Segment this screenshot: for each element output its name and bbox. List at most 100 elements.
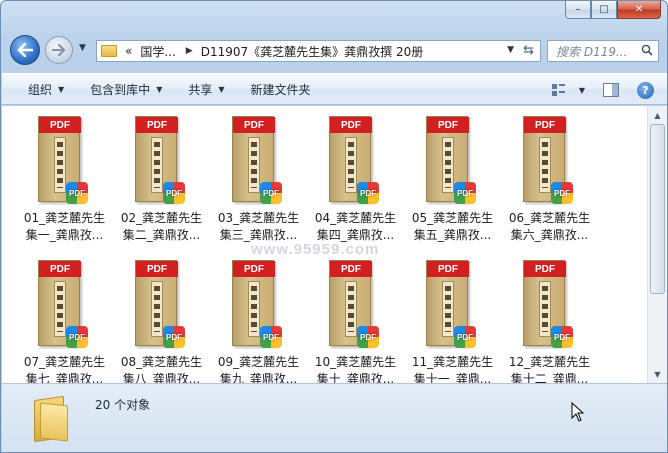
pdf-file-thumbnail: PDF PDF	[523, 116, 577, 208]
file-item[interactable]: PDF PDF 03_龚芝麓先生 集三_龚鼎孜...	[210, 110, 307, 254]
window-caption-buttons: – □ ✕	[565, 1, 661, 19]
pdf-file-thumbnail: PDF PDF	[232, 260, 286, 352]
book-title-strip	[151, 137, 163, 193]
pdf-app-icon: PDF	[454, 182, 476, 204]
file-item[interactable]: PDF PDF 01_龚芝麓先生 集一_龚鼎孜...	[16, 110, 113, 254]
view-options-dropdown-icon[interactable]: ▼	[579, 86, 585, 95]
search-icon[interactable]	[641, 44, 653, 56]
pdf-app-icon: PDF	[66, 326, 88, 348]
book-title-strip	[442, 281, 454, 337]
breadcrumb-overflow[interactable]: «	[125, 44, 132, 58]
pdf-file-thumbnail: PDF PDF	[426, 116, 480, 208]
search-placeholder: 搜索 D119...	[556, 44, 628, 59]
pdf-app-icon: PDF	[551, 182, 573, 204]
explorer-window: – □ ✕ ▼ « 国学... ▶ D11907《龚芝麓先生集》龚鼎孜撰 20册…	[0, 0, 668, 453]
book-title-strip	[539, 137, 551, 193]
minimize-button[interactable]: –	[565, 1, 591, 19]
share-button[interactable]: 共享 ▼	[188, 81, 224, 98]
file-name-line-1: 05_龚芝麓先生	[411, 211, 494, 225]
file-name-line-1: 10_龚芝麓先生	[314, 355, 397, 369]
chevron-down-icon: ▼	[58, 84, 65, 94]
mouse-cursor-icon	[571, 402, 585, 422]
pdf-band-label: PDF	[427, 261, 469, 277]
file-name-line-1: 06_龚芝麓先生	[508, 211, 591, 225]
breadcrumb-current[interactable]: D11907《龚芝麓先生集》龚鼎孜撰 20册	[201, 43, 424, 60]
pdf-band-label: PDF	[39, 261, 81, 277]
pdf-app-icon: PDF	[454, 326, 476, 348]
file-name-line-1: 03_龚芝麓先生	[217, 211, 300, 225]
item-count: 20 个对象	[95, 398, 151, 412]
book-title-strip	[345, 137, 357, 193]
pdf-app-icon: PDF	[163, 182, 185, 204]
preview-pane-icon[interactable]	[603, 83, 619, 97]
pdf-badge-label: PDF	[263, 332, 279, 342]
pdf-app-icon: PDF	[357, 326, 379, 348]
close-button[interactable]: ✕	[617, 1, 661, 19]
forward-button[interactable]	[45, 36, 73, 64]
command-toolbar: 组织 ▼ 包含到库中 ▼ 共享 ▼ 新建文件夹 ▼ ?	[2, 73, 667, 105]
file-item[interactable]: PDF PDF 05_龚芝麓先生 集五_龚鼎孜...	[404, 110, 501, 254]
pdf-badge-label: PDF	[554, 188, 570, 198]
help-icon[interactable]: ?	[637, 81, 654, 99]
recent-pages-dropdown[interactable]: ▼	[79, 43, 86, 53]
pdf-app-icon: PDF	[260, 182, 282, 204]
file-item[interactable]: PDF PDF 02_龚芝麓先生 集二_龚鼎孜...	[113, 110, 210, 254]
file-name-line-1: 01_龚芝麓先生	[23, 211, 106, 225]
file-name: 06_龚芝麓先生 集六_龚鼎孜...	[501, 210, 598, 244]
file-item[interactable]: PDF PDF 10_龚芝麓先生 集十_龚鼎孜...	[307, 254, 404, 398]
file-name: 01_龚芝麓先生 集一_龚鼎孜...	[16, 210, 113, 244]
view-options-icon[interactable]	[551, 83, 567, 97]
file-name-line-1: 11_龚芝麓先生	[411, 355, 494, 369]
book-title-strip	[345, 281, 357, 337]
pdf-band-label: PDF	[233, 117, 275, 133]
pdf-badge-label: PDF	[457, 188, 473, 198]
vertical-scrollbar[interactable]: ▲ ▼	[647, 106, 667, 383]
book-title-strip	[54, 137, 66, 193]
back-button[interactable]	[10, 35, 40, 65]
pdf-badge-label: PDF	[360, 188, 376, 198]
watermark-text: www.95959.com	[251, 241, 380, 258]
file-item[interactable]: PDF PDF 04_龚芝麓先生 集四_龚鼎孜...	[307, 110, 404, 254]
search-input[interactable]: 搜索 D119...	[547, 40, 659, 62]
pdf-file-thumbnail: PDF PDF	[38, 260, 92, 352]
file-name-line-1: 02_龚芝麓先生	[120, 211, 203, 225]
book-title-strip	[539, 281, 551, 337]
book-title-strip	[248, 137, 260, 193]
file-name: 04_龚芝麓先生 集四_龚鼎孜...	[307, 210, 404, 244]
pdf-app-icon: PDF	[66, 182, 88, 204]
file-name-line-2: 集二_龚鼎孜...	[122, 228, 201, 242]
pdf-band-label: PDF	[39, 117, 81, 133]
file-item[interactable]: PDF PDF 06_龚芝麓先生 集六_龚鼎孜...	[501, 110, 598, 254]
book-title-strip	[442, 137, 454, 193]
book-title-strip	[151, 281, 163, 337]
organize-label: 组织	[28, 82, 53, 97]
file-item[interactable]: PDF PDF 09_龚芝麓先生 集九_龚鼎孜...	[210, 254, 307, 398]
file-item[interactable]: PDF PDF 08_龚芝麓先生 集八_龚鼎孜...	[113, 254, 210, 398]
file-name: 02_龚芝麓先生 集二_龚鼎孜...	[113, 210, 210, 244]
organize-button[interactable]: 组织 ▼	[28, 81, 64, 98]
file-name-line-1: 09_龚芝麓先生	[217, 355, 300, 369]
file-item[interactable]: PDF PDF 07_龚芝麓先生 集七_龚鼎孜...	[16, 254, 113, 398]
file-item[interactable]: PDF PDF 11_龚芝麓先生 集十一_龚鼎...	[404, 254, 501, 398]
pdf-band-label: PDF	[427, 117, 469, 133]
file-item[interactable]: PDF PDF 12_龚芝麓先生 集十二_龚鼎...	[501, 254, 598, 398]
pdf-band-label: PDF	[330, 117, 372, 133]
scroll-down-icon[interactable]: ▼	[648, 366, 667, 382]
address-dropdown-icon[interactable]: ▼	[507, 45, 514, 55]
file-name-line-1: 12_龚芝麓先生	[508, 355, 591, 369]
pdf-badge-label: PDF	[263, 188, 279, 198]
breadcrumb-separator-icon[interactable]: ▶	[186, 46, 193, 56]
refresh-icon[interactable]: ⇆	[523, 43, 534, 58]
pdf-app-icon: PDF	[260, 326, 282, 348]
pdf-band-label: PDF	[524, 117, 566, 133]
file-name-line-1: 07_龚芝麓先生	[23, 355, 106, 369]
share-label: 共享	[188, 82, 213, 97]
file-name-line-2: 集一_龚鼎孜...	[25, 228, 104, 242]
new-folder-button[interactable]: 新建文件夹	[251, 81, 311, 98]
maximize-button[interactable]: □	[591, 1, 617, 19]
breadcrumb-root[interactable]: 国学...	[140, 43, 175, 60]
scroll-up-icon[interactable]: ▲	[648, 107, 667, 123]
include-in-library-button[interactable]: 包含到库中 ▼	[90, 81, 162, 98]
scrollbar-thumb[interactable]	[650, 124, 665, 294]
address-bar[interactable]: « 国学... ▶ D11907《龚芝麓先生集》龚鼎孜撰 20册 ▼ ⇆	[96, 40, 541, 62]
